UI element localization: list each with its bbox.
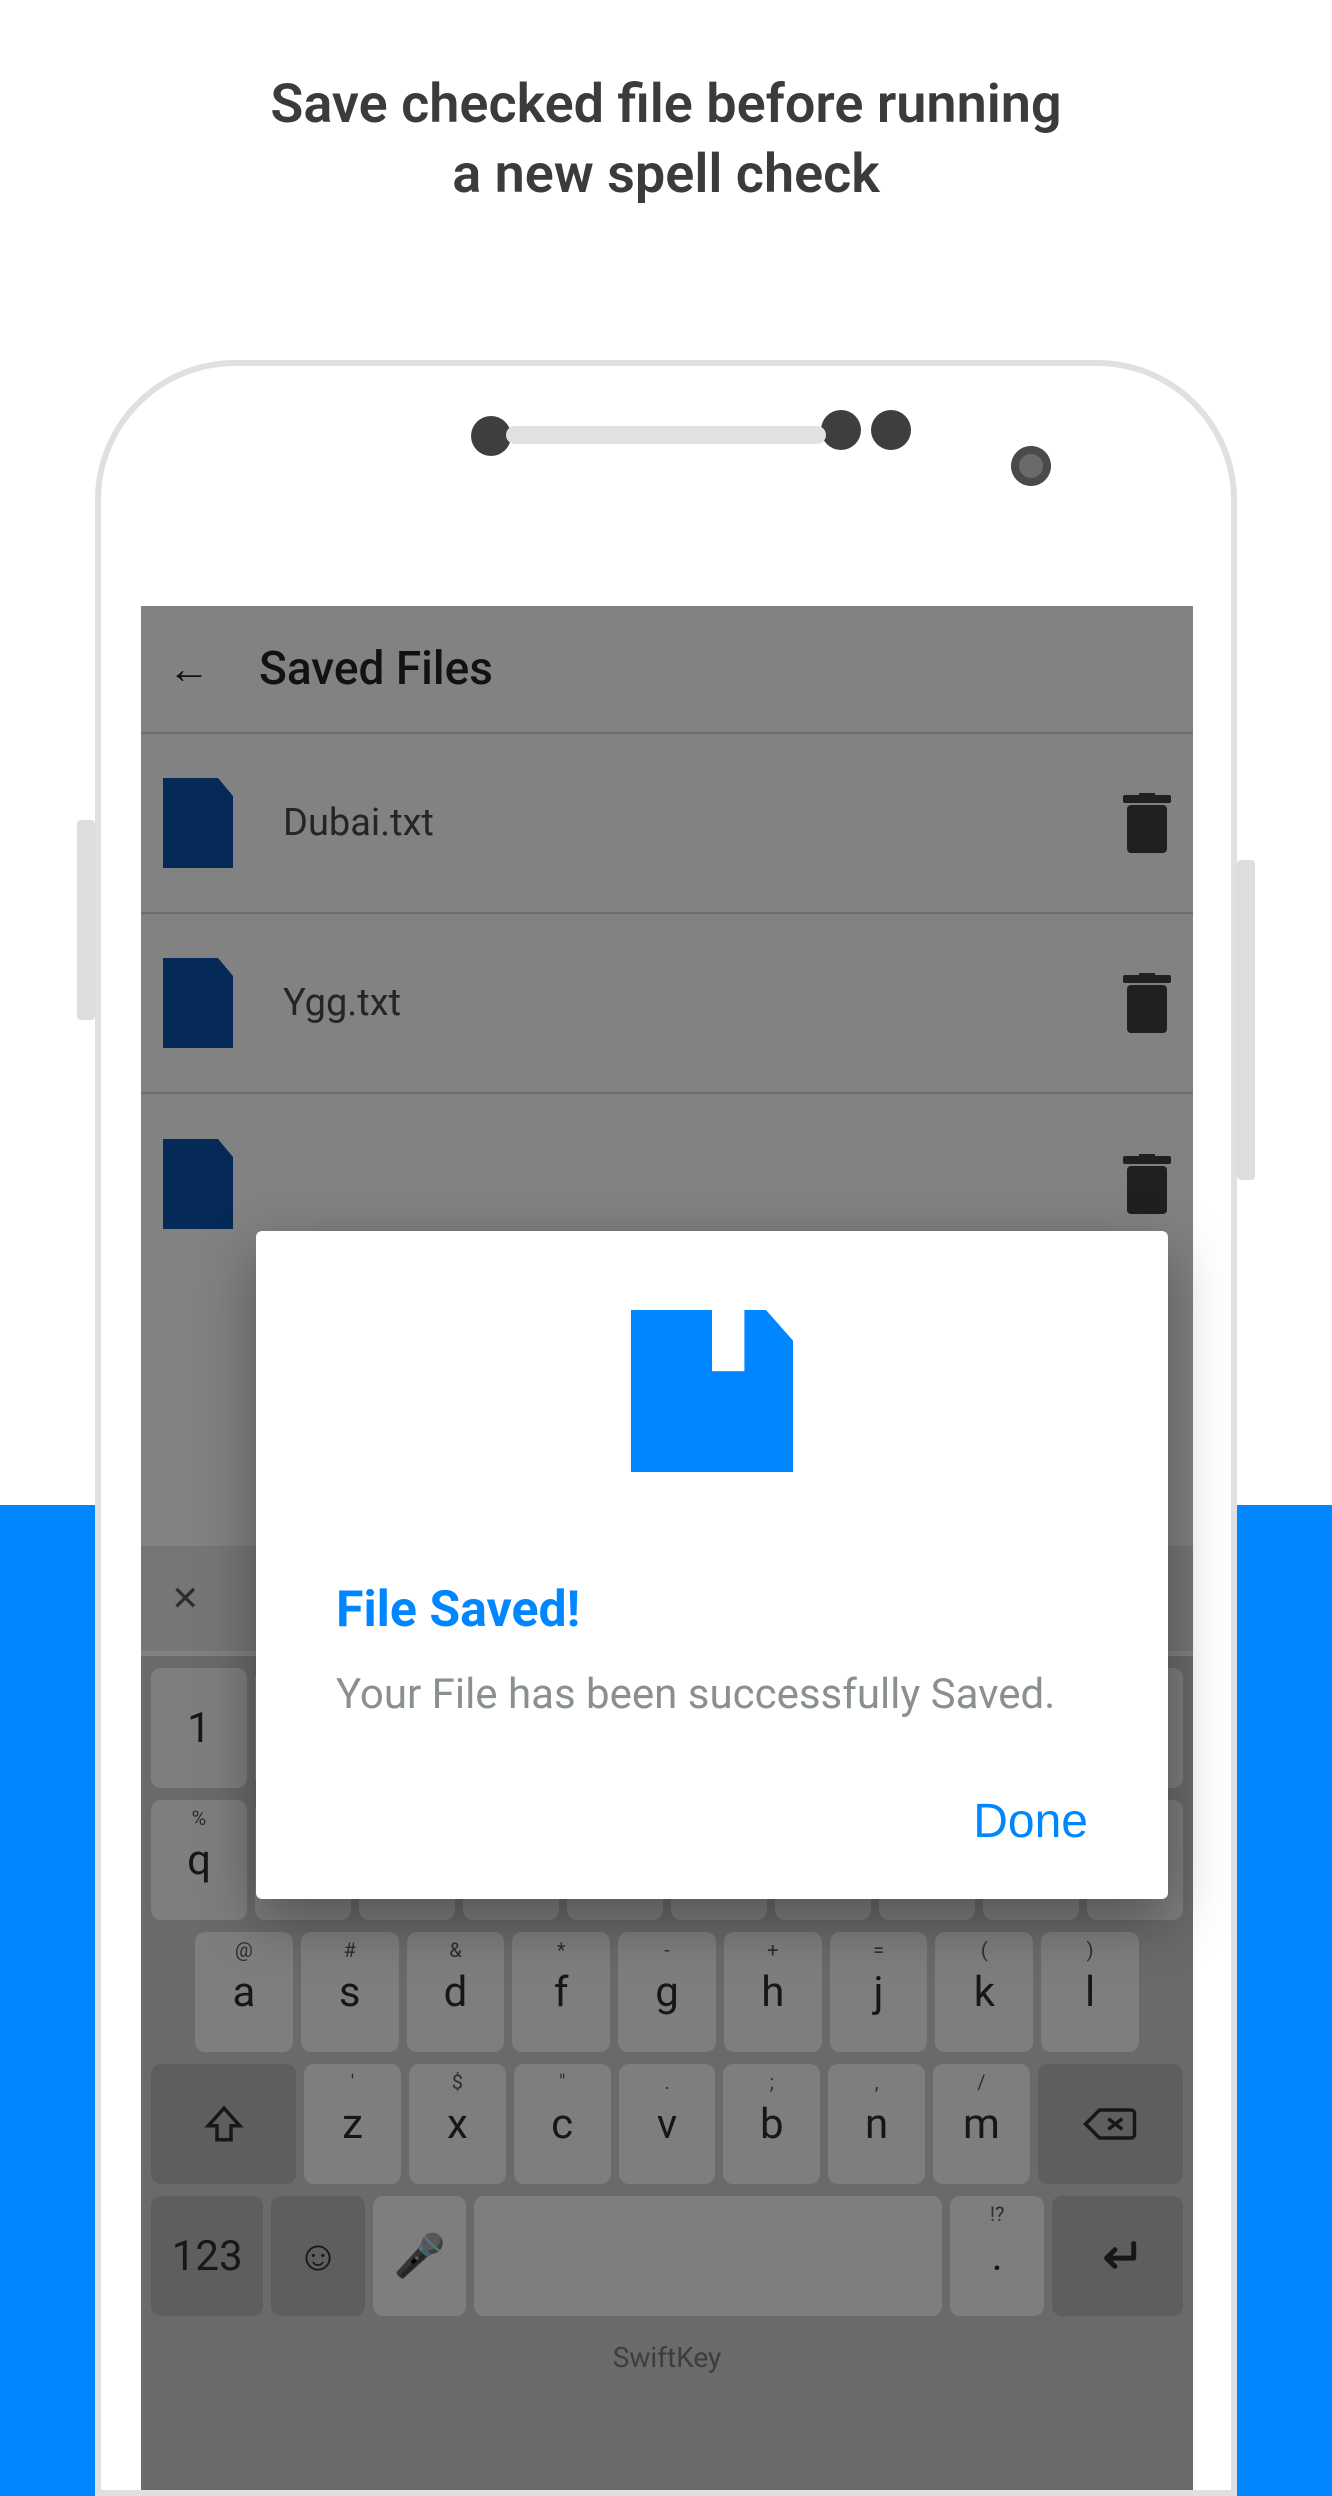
screen: ← Saved Files Dubai.txt Ygg.txt [141, 606, 1193, 2496]
promo-line1: Save checked file before running [270, 73, 1061, 136]
sensor-dot [871, 410, 911, 450]
dialog-title: File Saved! [336, 1581, 1088, 1639]
dialog-message: Your File has been successfully Saved. [336, 1667, 1088, 1724]
speaker-slot [506, 426, 826, 444]
promo-heading: Save checked file before running a new s… [0, 70, 1332, 210]
sensor-dot [821, 410, 861, 450]
camera-dot [1011, 446, 1051, 486]
phone-side-button-left [77, 820, 95, 1020]
phone-side-button-right [1237, 860, 1255, 1180]
phone-top [101, 366, 1231, 606]
promo-line2: a new spell check [452, 143, 880, 206]
save-floppy-icon [622, 1301, 802, 1481]
phone-mockup: ← Saved Files Dubai.txt Ygg.txt [95, 360, 1237, 2496]
sensor-dot [471, 416, 511, 456]
done-button[interactable]: Done [973, 1794, 1088, 1849]
file-saved-dialog: File Saved! Your File has been successfu… [256, 1231, 1168, 1899]
